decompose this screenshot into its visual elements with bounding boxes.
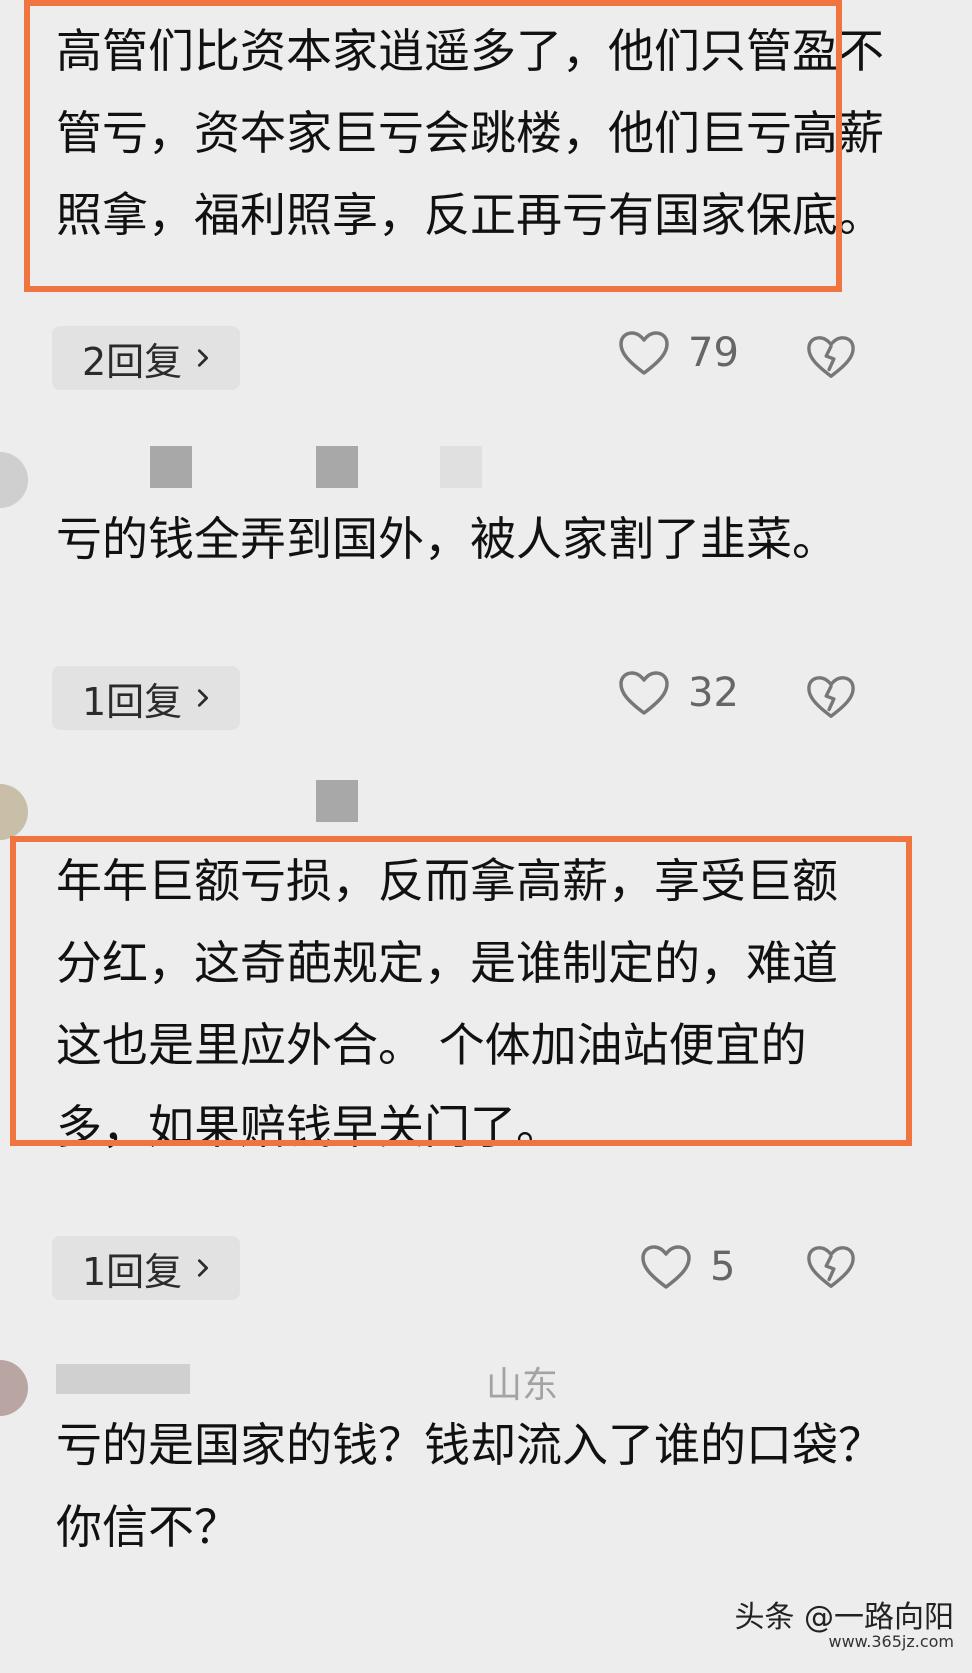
- reply-count-label: 1回复: [82, 1249, 183, 1294]
- avatar[interactable]: [0, 1360, 28, 1416]
- comment-2-text: 亏的钱全弄到国外，被人家割了韭菜。: [56, 512, 838, 566]
- reply-button-1[interactable]: 2回复: [52, 326, 241, 390]
- like-button-3[interactable]: 5: [640, 1244, 735, 1290]
- like-count: 32: [688, 670, 739, 716]
- watermark: 头条 @一路向阳 www.365jz.com: [734, 1592, 954, 1651]
- comment-1-text: 高管们比资本家逍遥多了，他们只管盈不管亏，资夲家巨亏会跳楼，他们巨亏高薪照拿，福…: [56, 24, 884, 242]
- broken-heart-icon[interactable]: [806, 334, 856, 380]
- reply-count-label: 1回复: [82, 679, 183, 724]
- avatar[interactable]: [0, 784, 28, 840]
- broken-heart-icon[interactable]: [806, 674, 856, 720]
- like-button-2[interactable]: 32: [618, 670, 739, 716]
- username-redacted-1: [150, 446, 192, 488]
- chevron-right-icon: [198, 1259, 209, 1277]
- reply-button-2[interactable]: 1回复: [52, 666, 241, 730]
- broken-heart-icon[interactable]: [806, 1244, 856, 1290]
- like-count: 79: [688, 330, 739, 376]
- chevron-right-icon: [198, 689, 209, 707]
- username-redacted-3: [440, 446, 482, 488]
- username-redacted-2: [316, 446, 358, 488]
- reply-button-3[interactable]: 1回复: [52, 1236, 241, 1300]
- comment-3-text: 年年巨额亏损，反而拿高薪，享受巨额分红，这奇葩规定，是谁制定的，难道这也是里应外…: [56, 854, 838, 1154]
- chevron-right-icon: [198, 349, 209, 367]
- username-redacted-1: [316, 780, 358, 822]
- watermark-main: 头条 @一路向阳: [734, 1600, 954, 1635]
- heart-outline-icon: [619, 331, 669, 375]
- comment-4-text: 亏的是国家的钱？钱却流入了谁的口袋？你信不？: [56, 1418, 884, 1554]
- like-button-1[interactable]: 79: [618, 330, 739, 376]
- avatar[interactable]: [0, 452, 28, 508]
- username-redacted-1: [56, 1364, 190, 1394]
- heart-outline-icon: [619, 671, 669, 715]
- like-count: 5: [710, 1244, 736, 1290]
- location-label: 山东: [486, 1365, 559, 1406]
- heart-outline-icon: [641, 1245, 691, 1289]
- reply-count-label: 2回复: [82, 339, 183, 384]
